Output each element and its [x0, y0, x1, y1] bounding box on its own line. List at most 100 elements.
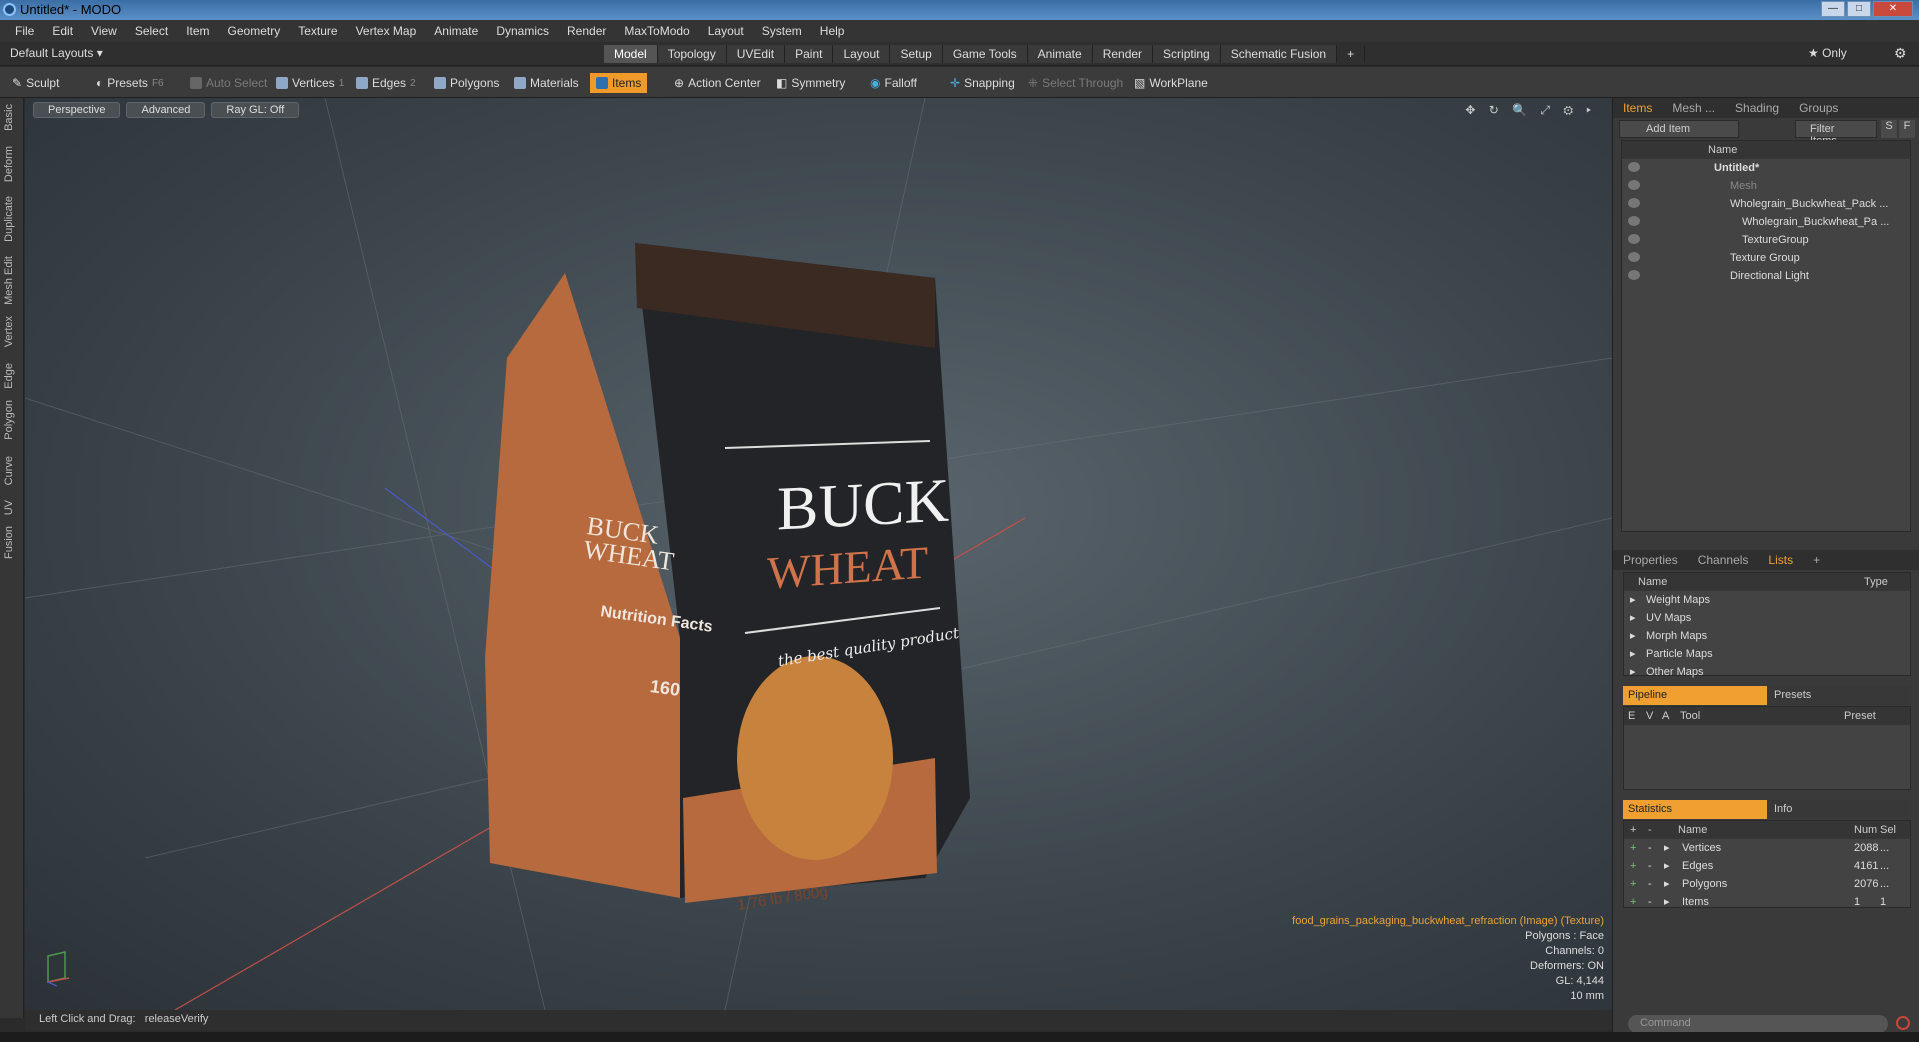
minus-icon[interactable]: - [1648, 839, 1652, 857]
tab-topology[interactable]: Topology [657, 45, 727, 63]
tab-statistics[interactable]: Statistics [1623, 800, 1767, 819]
list-item[interactable]: ▸ Other Maps [1624, 663, 1910, 681]
record-icon[interactable] [1896, 1016, 1910, 1030]
tree-row[interactable]: Wholegrain_Buckwheat_Pack ... [1622, 195, 1910, 213]
s-toggle[interactable]: S [1881, 120, 1897, 138]
minimize-button[interactable]: — [1821, 1, 1845, 17]
tab-vertex[interactable]: Vertex [3, 316, 15, 347]
tab-shading[interactable]: Shading [1725, 98, 1789, 118]
action-center-button[interactable]: ⊕ Action Center [668, 73, 767, 93]
tab-game-tools[interactable]: Game Tools [942, 45, 1028, 63]
tab-scripting[interactable]: Scripting [1153, 45, 1221, 63]
items-button[interactable]: Items [590, 73, 648, 93]
tab-mesh-edit[interactable]: Mesh Edit [3, 256, 15, 305]
default-layouts-dropdown[interactable]: Default Layouts ▾ [10, 46, 103, 60]
eye-icon[interactable] [1628, 234, 1640, 244]
auto-select-button[interactable]: Auto Select [184, 73, 273, 93]
tab-info[interactable]: Info [1769, 800, 1911, 819]
list-item[interactable]: ▸ Morph Maps [1624, 627, 1910, 645]
menu-vertex-map[interactable]: Vertex Map [347, 24, 426, 38]
only-toggle[interactable]: ★ Only [1808, 46, 1847, 60]
edges-button[interactable]: Edges 2 [350, 73, 422, 93]
tab-mesh[interactable]: Mesh ... [1662, 98, 1725, 118]
raygl-button[interactable]: Ray GL: Off [211, 102, 300, 118]
menu-dynamics[interactable]: Dynamics [487, 24, 558, 38]
minus-icon[interactable]: - [1648, 875, 1652, 893]
list-item[interactable]: ▸ Particle Maps [1624, 645, 1910, 663]
tree-row[interactable]: Wholegrain_Buckwheat_Pa ... [1622, 213, 1910, 231]
expand-arrow-icon[interactable]: ▸ [1664, 857, 1670, 875]
expand-arrow-icon[interactable]: ▸ [1664, 875, 1670, 893]
tab-layout[interactable]: Layout [833, 45, 891, 63]
presets-button[interactable]: ◐ Presets F6 [90, 73, 170, 93]
symmetry-button[interactable]: ◧ Symmetry [770, 73, 851, 93]
tab-properties[interactable]: Properties [1613, 550, 1688, 570]
add-panel-tab-button[interactable]: + [1803, 550, 1830, 570]
tab-edge[interactable]: Edge [3, 363, 15, 389]
3d-viewport[interactable]: BUCK WHEAT the best quality product 1.76… [25, 98, 1612, 1010]
select-through-button[interactable]: ⁜ Select Through [1022, 73, 1129, 93]
workplane-button[interactable]: ▧ WorkPlane [1128, 73, 1214, 93]
table-row[interactable]: + - ▸ Edges 4161... [1624, 857, 1910, 875]
tab-pipeline[interactable]: Pipeline [1623, 686, 1767, 705]
menu-select[interactable]: Select [126, 24, 177, 38]
tab-polygon[interactable]: Polygon [3, 400, 15, 440]
tree-row[interactable]: Mesh [1622, 177, 1910, 195]
expand-arrow-icon[interactable]: ▸ [1630, 591, 1636, 609]
tab-model[interactable]: Model [604, 45, 658, 63]
advanced-button[interactable]: Advanced [126, 102, 206, 118]
list-item[interactable]: ▸ UV Maps [1624, 609, 1910, 627]
plus-icon[interactable]: + [1630, 857, 1636, 875]
menu-system[interactable]: System [753, 24, 811, 38]
eye-icon[interactable] [1628, 162, 1640, 172]
expand-arrow-icon[interactable]: ▸ [1630, 645, 1636, 663]
viewport-nav-icons[interactable]: ✥ ↻ 🔍 ⤢ ⚙ ▸ [1465, 103, 1596, 118]
tab-animate[interactable]: Animate [1027, 45, 1093, 63]
minus-icon[interactable]: - [1648, 857, 1652, 875]
plus-icon[interactable]: + [1630, 839, 1636, 857]
gear-icon[interactable]: ⚙ [1894, 45, 1907, 62]
tree-row[interactable]: Untitled* [1622, 159, 1910, 177]
tree-row[interactable]: TextureGroup [1622, 231, 1910, 249]
menu-edit[interactable]: Edit [43, 24, 82, 38]
expand-arrow-icon[interactable]: ▸ [1630, 663, 1636, 681]
menu-layout[interactable]: Layout [699, 24, 753, 38]
tree-row[interactable]: Directional Light [1622, 267, 1910, 285]
tab-uvedit[interactable]: UVEdit [726, 45, 786, 63]
expand-arrow-icon[interactable]: ▸ [1664, 839, 1670, 857]
eye-icon[interactable] [1628, 216, 1640, 226]
menu-texture[interactable]: Texture [289, 24, 346, 38]
tab-lists[interactable]: Lists [1758, 550, 1803, 570]
f-toggle[interactable]: F [1899, 120, 1915, 138]
menu-item[interactable]: Item [177, 24, 218, 38]
filter-items-button[interactable]: Filter Items [1795, 120, 1877, 147]
add-tab-button[interactable]: + [1337, 45, 1366, 63]
minus-icon[interactable]: - [1648, 893, 1652, 911]
snapping-button[interactable]: ✛ Snapping [944, 73, 1021, 93]
add-item-button[interactable]: Add Item [1619, 120, 1739, 138]
menu-geometry[interactable]: Geometry [219, 24, 290, 38]
tab-render[interactable]: Render [1092, 45, 1154, 63]
menu-file[interactable]: File [6, 24, 43, 38]
table-row[interactable]: + - ▸ Vertices 2088... [1624, 839, 1910, 857]
menu-help[interactable]: Help [811, 24, 854, 38]
vertices-button[interactable]: Vertices 1 [270, 73, 350, 93]
menu-render[interactable]: Render [558, 24, 615, 38]
expand-arrow-icon[interactable]: ▸ [1664, 893, 1670, 911]
expand-arrow-icon[interactable]: ▸ [1630, 609, 1636, 627]
eye-icon[interactable] [1628, 270, 1640, 280]
tab-paint[interactable]: Paint [785, 45, 834, 63]
tab-setup[interactable]: Setup [890, 45, 943, 63]
table-row[interactable]: + - ▸ Items 1 1 [1624, 893, 1910, 911]
tab-channels[interactable]: Channels [1688, 550, 1759, 570]
tab-schematic-fusion[interactable]: Schematic Fusion [1220, 45, 1338, 63]
tab-uv[interactable]: UV [3, 500, 15, 515]
tab-items[interactable]: Items [1613, 98, 1662, 118]
plus-icon[interactable]: + [1630, 893, 1636, 911]
table-row[interactable]: + - ▸ Polygons 2076... [1624, 875, 1910, 893]
eye-icon[interactable] [1628, 180, 1640, 190]
menu-maxtomodo[interactable]: MaxToModo [615, 24, 698, 38]
tab-basic[interactable]: Basic [3, 104, 15, 131]
tree-row[interactable]: Texture Group [1622, 249, 1910, 267]
menu-animate[interactable]: Animate [425, 24, 487, 38]
